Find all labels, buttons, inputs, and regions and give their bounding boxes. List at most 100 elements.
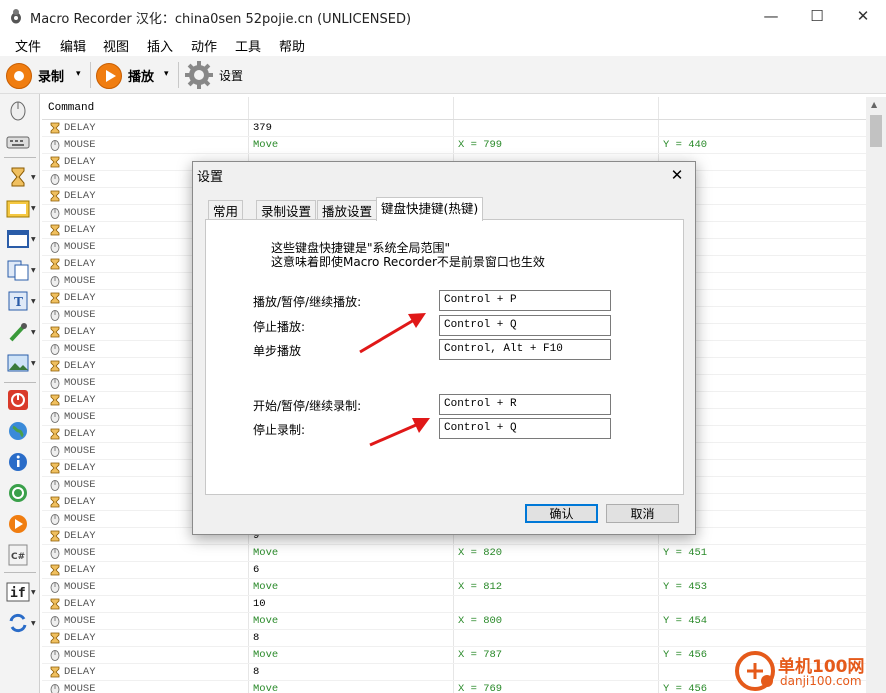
menu-view[interactable]: 视图 [103,36,129,55]
mouse-icon[interactable] [5,98,31,122]
clipboard-copy-icon[interactable] [5,258,31,282]
delay-hourglass-icon[interactable] [5,165,31,189]
cancel-button[interactable]: 取消 [606,504,679,523]
cell-command: DELAY [64,122,96,134]
hotkey-stop-playback-field[interactable]: Control + Q [439,315,611,336]
chevron-down-icon[interactable]: ▼ [31,620,36,627]
vertical-scrollbar[interactable]: ▲ [866,97,886,693]
column-header-command[interactable]: Command [48,102,94,114]
table-row[interactable]: DELAY 8 [42,630,866,647]
table-row[interactable]: DELAY 6 [42,562,866,579]
menu-insert[interactable]: 插入 [147,36,173,55]
ok-button[interactable]: 确认 [525,504,598,523]
hotkey-play-pause-field[interactable]: Control + P [439,290,611,311]
loop-arrows-icon[interactable] [5,611,31,635]
mouse-icon [49,615,61,627]
chevron-down-icon[interactable]: ▼ [31,589,36,596]
table-row[interactable]: MOUSE Move X = 820 Y = 451 [42,545,866,562]
hotkey-stop-recording-field[interactable]: Control + Q [439,418,611,439]
chevron-down-icon[interactable]: ▼ [31,205,36,212]
mouse-icon [49,377,61,389]
hotkey-record-pause-field[interactable]: Control + R [439,394,611,415]
cell-y: Y = 451 [663,547,708,559]
cell-command: DELAY [64,496,96,508]
close-button[interactable]: ✕ [840,0,886,32]
dialog-close-button[interactable]: ✕ [659,162,695,188]
app-logo-icon [11,9,21,24]
record-icon [6,63,32,89]
run-macro-icon[interactable] [5,512,31,536]
toolbar-separator [90,62,91,88]
if-condition-icon[interactable]: if [5,580,31,604]
tab-playback-settings[interactable]: 播放设置 [317,200,378,220]
eyedropper-icon[interactable] [5,320,31,344]
cell-command: MOUSE [64,479,96,491]
web-globe-icon[interactable] [5,419,31,443]
mouse-icon [49,547,61,559]
table-row[interactable]: MOUSE Move X = 799 Y = 440 [42,137,866,154]
cell-y: Y = 456 [663,683,708,693]
hotkey-step-playback-field[interactable]: Control, Alt + F10 [439,339,611,360]
cell-command: DELAY [64,292,96,304]
menu-help[interactable]: 帮助 [279,36,305,55]
play-dropdown-icon[interactable]: ▾ [164,69,169,79]
keyboard-icon[interactable] [5,130,31,154]
tab-general[interactable]: 常用 [208,200,244,220]
chevron-down-icon[interactable]: ▼ [31,267,36,274]
chevron-down-icon[interactable]: ▼ [31,236,36,243]
svg-text:if: if [10,586,26,601]
chevron-down-icon[interactable]: ▼ [31,360,36,367]
scroll-up-icon[interactable]: ▲ [871,100,877,109]
cell-command: DELAY [64,156,96,168]
mouse-icon [49,275,61,287]
mouse-icon [49,649,61,661]
cell-command: MOUSE [64,581,96,593]
tab-hotkeys[interactable]: 键盘快捷键(热键) [376,197,484,221]
scrollbar-thumb[interactable] [870,115,882,147]
tab-record-settings[interactable]: 录制设置 [256,200,317,220]
table-row[interactable]: MOUSE Move X = 800 Y = 454 [42,613,866,630]
menu-edit[interactable]: 编辑 [60,36,86,55]
window-icon[interactable] [5,227,31,251]
chevron-down-icon[interactable]: ▼ [31,174,36,181]
menu-file[interactable]: 文件 [15,36,41,55]
sidebar-separator [4,157,36,158]
table-header: Command [42,97,866,120]
svg-text:C#: C# [11,552,25,562]
delay-hourglass-icon [49,190,61,202]
label-play-pause: 播放/暂停/继续播放: [253,295,362,309]
chevron-down-icon[interactable]: ▼ [31,298,36,305]
cell-value: 8 [253,666,260,678]
minimize-button[interactable]: — [748,0,794,32]
menu-tools[interactable]: 工具 [235,36,261,55]
maximize-button[interactable]: ☐ [794,0,840,32]
cell-y: Y = 456 [663,649,708,661]
cell-y: Y = 454 [663,615,708,627]
play-button[interactable]: 播放 ▾ [94,56,176,94]
cell-command: MOUSE [64,343,96,355]
table-row[interactable]: DELAY 379 [42,120,866,137]
stop-power-icon[interactable] [5,388,31,412]
info-icon[interactable] [5,450,31,474]
window-folder-icon[interactable] [5,196,31,220]
cell-value: Move [253,581,279,593]
cell-command: MOUSE [64,411,96,423]
repeat-arrows-icon[interactable] [5,481,31,505]
cell-x: X = 812 [458,581,503,593]
delay-hourglass-icon [49,632,61,644]
record-button[interactable]: 录制 ▾ [4,56,88,94]
csharp-code-icon[interactable]: C# [5,543,31,567]
settings-button[interactable]: 设置 [182,56,248,94]
cell-command: MOUSE [64,275,96,287]
menu-action[interactable]: 动作 [191,36,217,55]
image-icon[interactable] [5,351,31,375]
table-row[interactable]: DELAY 10 [42,596,866,613]
text-icon[interactable]: T [5,289,31,313]
cell-command: DELAY [64,666,96,678]
table-row[interactable]: MOUSE Move X = 812 Y = 453 [42,579,866,596]
chevron-down-icon[interactable]: ▼ [31,329,36,336]
cell-command: MOUSE [64,547,96,559]
mouse-icon [49,139,61,151]
record-dropdown-icon[interactable]: ▾ [76,69,81,79]
close-icon: ✕ [670,166,684,184]
